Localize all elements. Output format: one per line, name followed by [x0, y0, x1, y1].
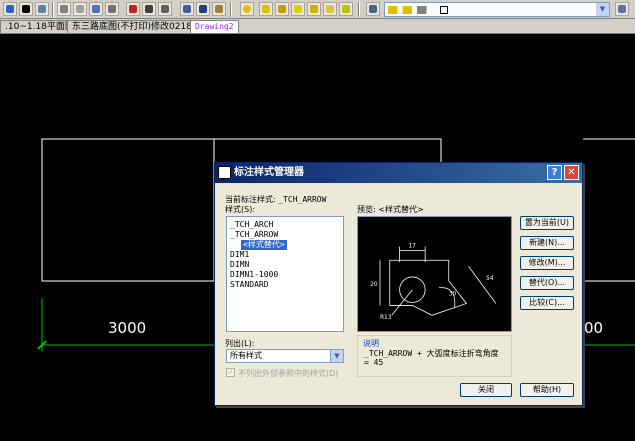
toolbar-separator	[52, 2, 54, 17]
list-item[interactable]: DIMN1-1000	[230, 270, 278, 280]
list-item[interactable]: _TCH_ARCH	[230, 220, 273, 230]
list-label: 列出(L):	[225, 339, 255, 348]
styles-listbox[interactable]: _TCH_ARCH _TCH_ARROW <样式替代> DIM1 DIMN DI…	[226, 216, 344, 332]
help-icon[interactable]: ?	[547, 165, 562, 180]
set-current-button[interactable]: 置为当前(U)	[520, 216, 574, 230]
preview-dim-label: 54	[486, 276, 494, 282]
dialog-title: 标注样式管理器	[234, 167, 304, 178]
list-filter-select[interactable]: 所有样式 ▼	[226, 349, 344, 363]
xref-checkbox-label: 不列出外部参照中的样式(D)	[238, 369, 339, 378]
layer-state-icons	[388, 6, 436, 14]
eye-icon[interactable]	[142, 2, 156, 16]
list-filter-value: 所有样式	[230, 351, 262, 360]
table-icon[interactable]	[73, 2, 87, 16]
dialog-titlebar[interactable]: 标注样式管理器 ? ✕	[215, 163, 582, 183]
list-item[interactable]: DIMN	[230, 260, 249, 270]
new-button[interactable]: 新建(N)...	[520, 236, 574, 250]
preview-dim-label: 20	[370, 282, 378, 288]
xref-checkbox[interactable]: ✓	[226, 368, 235, 377]
dimension-style-manager-dialog: 标注样式管理器 ? ✕ 当前标注样式: _TCH_ARROW 样式(S): _T…	[214, 162, 583, 406]
dimension-style-icon	[218, 166, 231, 179]
preview-dim-54	[468, 265, 497, 304]
preview-dim-label: 30	[449, 292, 457, 298]
stretch-icon[interactable]	[89, 2, 103, 16]
list-item-selected[interactable]: <样式替代>	[241, 240, 287, 250]
close-icon[interactable]: ✕	[564, 165, 579, 180]
style-preview: 17 20 54 30 R13	[357, 216, 512, 332]
select-tool-icon[interactable]	[3, 2, 17, 16]
home-icon[interactable]	[105, 2, 119, 16]
override-button[interactable]: 替代(O)...	[520, 276, 574, 290]
list-item[interactable]: _TCH_ARROW	[230, 230, 278, 240]
layers-stack-icon[interactable]	[366, 2, 380, 16]
lock-icon[interactable]	[275, 2, 289, 16]
layer-color-swatch	[440, 6, 448, 14]
layer-prev-icon[interactable]	[615, 2, 629, 16]
bulb-icon[interactable]	[240, 2, 254, 16]
preview-circle	[399, 276, 426, 303]
description-title: 说明	[363, 339, 379, 348]
screen-icon[interactable]	[196, 2, 210, 16]
sun-icon[interactable]	[259, 2, 273, 16]
main-toolbar: ▼	[0, 0, 635, 19]
preview-label: 预览: <样式替代>	[357, 205, 424, 214]
align-icon[interactable]	[35, 2, 49, 16]
modify-button[interactable]: 修改(M)...	[520, 256, 574, 270]
description-group: 说明 _TCH_ARROW + 大弧度标注折弯角度 = 45	[357, 335, 512, 377]
layer-icon[interactable]	[158, 2, 172, 16]
room-rect-middle	[214, 138, 442, 162]
off-icon[interactable]	[339, 2, 353, 16]
description-text: _TCH_ARROW + 大弧度标注折弯角度 = 45	[364, 349, 499, 367]
tab-base-map[interactable]: 东三路底图(不打印)修改0218	[67, 20, 197, 33]
list-item[interactable]: STANDARD	[230, 280, 269, 290]
preview-dim-label: R13	[380, 315, 392, 321]
chevron-down-icon[interactable]: ▼	[330, 350, 343, 362]
list-item[interactable]: DIM1	[230, 250, 249, 260]
window-icon[interactable]	[180, 2, 194, 16]
freeze-icon[interactable]	[307, 2, 321, 16]
grid-icon[interactable]	[57, 2, 71, 16]
thaw-icon[interactable]	[323, 2, 337, 16]
color-icon[interactable]	[291, 2, 305, 16]
compare-button[interactable]: 比较(C)...	[520, 296, 574, 310]
preview-dim-label: 17	[408, 243, 416, 249]
document-tabs: .10~1.18平面图 东三路底图(不打印)修改0218 Drawing2	[0, 19, 635, 34]
tab-drawing2[interactable]: Drawing2	[190, 20, 239, 33]
toolbar-separator	[230, 2, 232, 17]
close-button[interactable]: 关闭	[460, 383, 512, 397]
dimension-text-left: 3000	[108, 319, 146, 337]
red-tool-icon[interactable]	[126, 2, 140, 16]
styles-label: 样式(S):	[225, 205, 256, 214]
brush-icon[interactable]	[212, 2, 226, 16]
layer-dropdown[interactable]: ▼	[384, 2, 610, 17]
dimension-text-right: 00	[584, 319, 603, 337]
toolbar-separator	[358, 2, 360, 17]
help-button[interactable]: 帮助(H)	[520, 383, 574, 397]
chevron-down-icon[interactable]: ▼	[596, 3, 609, 16]
room-rect-left	[41, 138, 215, 282]
pickfirst-icon[interactable]	[19, 2, 33, 16]
